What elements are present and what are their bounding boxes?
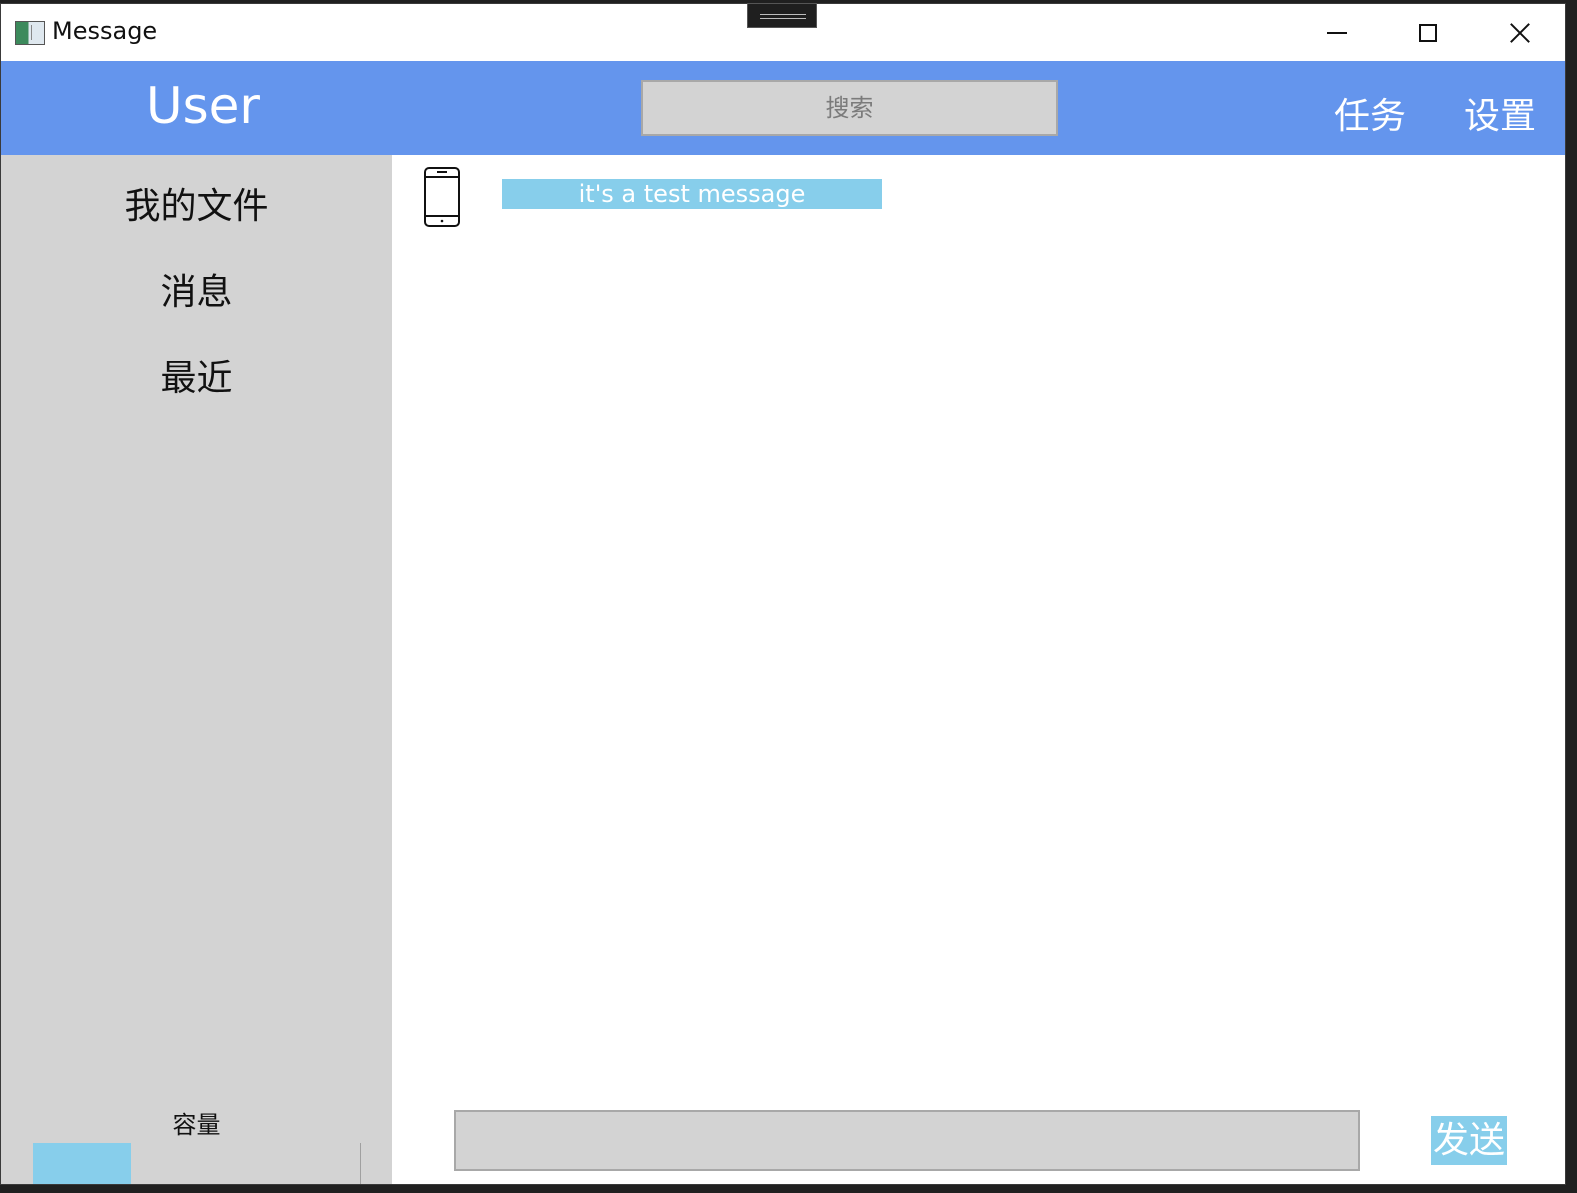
sidebar-item-recent[interactable]: 最近 [1, 349, 392, 401]
user-title: User [146, 77, 260, 135]
close-button[interactable] [1475, 4, 1565, 61]
search-input[interactable] [641, 80, 1058, 136]
capacity-bar [33, 1143, 361, 1184]
capacity-label: 容量 [172, 1111, 221, 1139]
capacity-fill [33, 1143, 132, 1184]
minimize-button[interactable] [1292, 4, 1382, 61]
message-input[interactable] [454, 1110, 1360, 1171]
nav-task-link[interactable]: 任务 [1334, 87, 1406, 139]
send-button[interactable]: 发送 [1431, 1116, 1507, 1165]
maximize-button[interactable] [1383, 4, 1473, 61]
minimize-icon [1327, 31, 1347, 34]
sidebar: 我的文件 消息 最近 容量 [1, 155, 392, 1184]
phone-icon [424, 167, 460, 227]
app-icon [15, 21, 45, 45]
message-bubble: it's a test message [502, 179, 882, 209]
header-bar: User 任务 设置 [1, 61, 1565, 155]
window-title: Message [52, 17, 158, 45]
maximize-icon [1419, 23, 1437, 42]
drag-handle[interactable] [747, 3, 817, 28]
sidebar-item-messages[interactable]: 消息 [1, 263, 392, 315]
app-window: Message User 任务 设置 我的文件 消息 最近 容量 it's a … [0, 3, 1566, 1185]
nav-settings-link[interactable]: 设置 [1464, 87, 1536, 139]
sidebar-item-my-files[interactable]: 我的文件 [1, 177, 392, 229]
close-icon [1509, 22, 1531, 44]
